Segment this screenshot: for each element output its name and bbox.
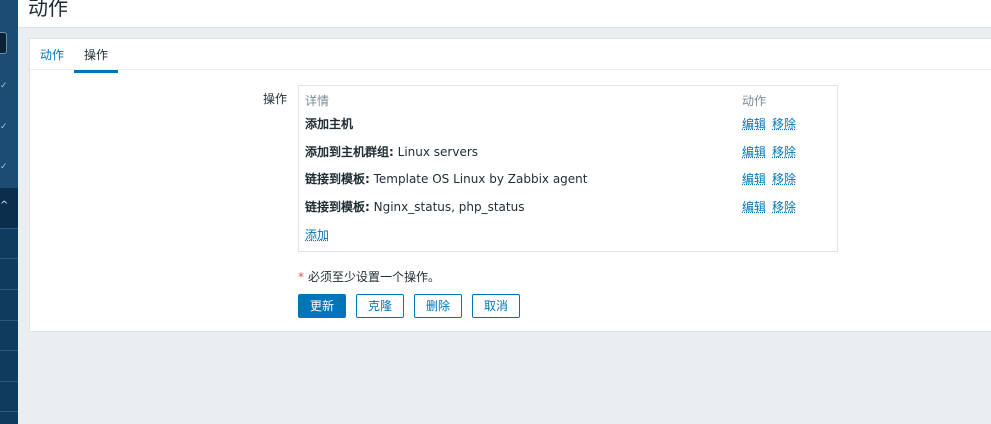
remove-link[interactable]: 移除 — [772, 143, 796, 160]
chevron-down-icon[interactable]: ✓ — [0, 121, 12, 133]
update-button[interactable]: 更新 — [298, 294, 346, 318]
required-note-text: 必须至少设置一个操作。 — [308, 270, 441, 284]
remove-link[interactable]: 移除 — [772, 170, 796, 187]
operations-table: 详情 动作 添加主机 编辑 移除 添加到主机群组: Linux servers … — [298, 85, 838, 252]
sidebar-item-active[interactable]: ^ — [0, 188, 18, 228]
operation-detail: 链接到模板: Nginx_status, php_status — [305, 200, 525, 214]
required-note: * 必须至少设置一个操作。 — [298, 268, 440, 285]
action-form-panel: 动作 操作 操作 详情 动作 添加主机 编辑 移除 添加到主机群组: Linux… — [29, 38, 991, 332]
edit-link[interactable]: 编辑 — [742, 115, 766, 132]
sidebar-top — [0, 0, 18, 188]
page-header: 动作 — [18, 0, 991, 28]
remove-link[interactable]: 移除 — [772, 198, 796, 215]
sidebar-collapse-button[interactable] — [0, 32, 7, 54]
operation-detail: 添加到主机群组: Linux servers — [305, 145, 479, 159]
cancel-button[interactable]: 取消 — [472, 294, 520, 318]
edit-link[interactable]: 编辑 — [742, 198, 766, 215]
column-header-action: 动作 — [742, 94, 767, 108]
tab-operations[interactable]: 操作 — [74, 46, 119, 73]
operation-detail: 链接到模板: Template OS Linux by Zabbix agent — [305, 172, 588, 186]
sidebar-divider — [0, 320, 18, 321]
column-header-details: 详情 — [305, 94, 330, 108]
delete-button[interactable]: 删除 — [414, 294, 462, 318]
chevron-down-icon[interactable]: ✓ — [0, 161, 12, 173]
operation-detail: 添加主机 — [305, 117, 354, 131]
remove-link[interactable]: 移除 — [772, 115, 796, 132]
sidebar-divider — [0, 411, 18, 412]
sidebar-divider — [0, 350, 18, 351]
edit-link[interactable]: 编辑 — [742, 143, 766, 160]
sidebar-divider — [0, 228, 18, 229]
clone-button[interactable]: 克隆 — [356, 294, 404, 318]
chevron-down-icon[interactable]: ✓ — [0, 80, 12, 92]
sidebar-divider — [0, 381, 18, 382]
page-title: 动作 — [28, 0, 68, 20]
sidebar: ✓ ✓ ✓ ^ — [0, 0, 18, 424]
tab-bar: 动作 操作 — [30, 39, 991, 73]
chevron-up-icon: ^ — [0, 200, 9, 211]
required-star: * — [298, 270, 304, 284]
operations-field-label: 操作 — [263, 92, 288, 106]
add-operation-link[interactable]: 添加 — [305, 226, 329, 243]
edit-link[interactable]: 编辑 — [742, 170, 766, 187]
sidebar-divider — [0, 289, 18, 290]
tab-action[interactable]: 动作 — [40, 46, 64, 63]
sidebar-divider — [0, 258, 18, 259]
